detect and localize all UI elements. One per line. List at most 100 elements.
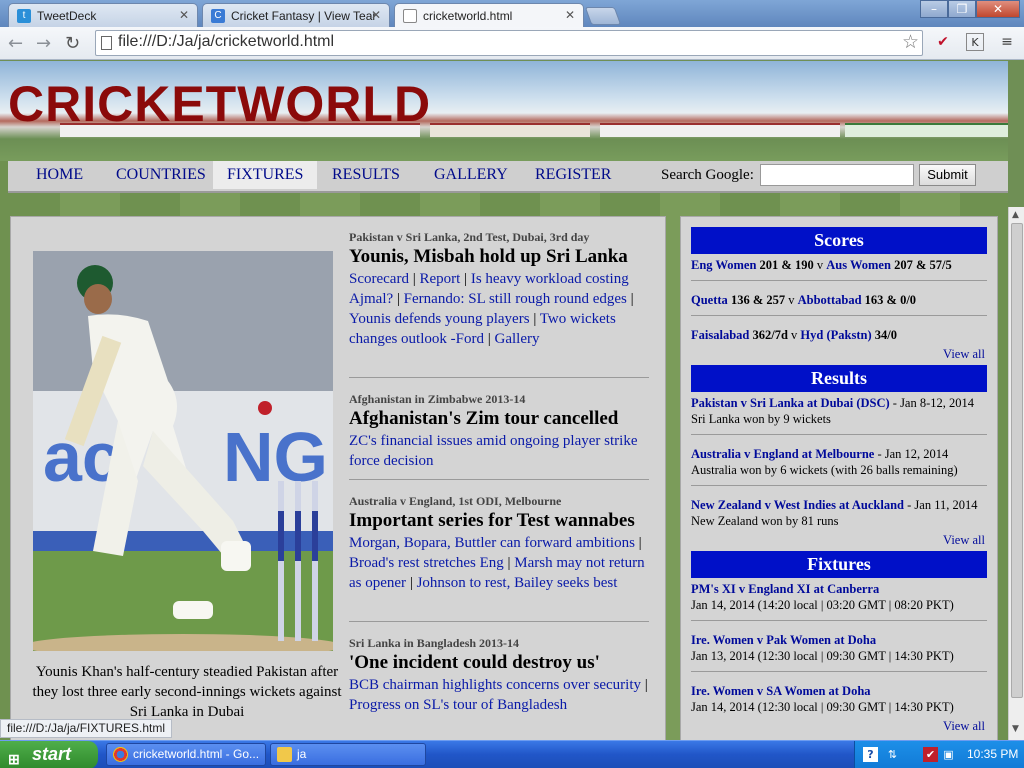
antivirus-icon[interactable]: ✔ — [923, 747, 938, 762]
fixture-item: Ire. Women v Pak Women at Doha Jan 13, 2… — [691, 632, 987, 664]
view-all-link[interactable]: View all — [943, 719, 985, 734]
story-link[interactable]: Johnson to rest, Bailey seeks best — [417, 575, 618, 591]
score-value: 207 & 57/5 — [894, 258, 952, 272]
story-links: Morgan, Bopara, Buttler can forward ambi… — [349, 535, 645, 591]
clock: 10:35 PM — [967, 747, 1019, 761]
story-divider — [349, 479, 649, 480]
windows-flag-icon: ⊞ — [8, 751, 20, 767]
page-scrollbar[interactable]: ▲ ▼ — [1008, 207, 1024, 740]
scroll-up-icon[interactable]: ▲ — [1012, 210, 1019, 220]
story-headline[interactable]: Afghanistan's Zim tour cancelled — [349, 407, 649, 431]
start-button[interactable]: ⊞ start — [0, 741, 98, 768]
menu-icon[interactable]: ≡ — [998, 33, 1016, 51]
nav-countries[interactable]: COUNTRIES — [116, 161, 206, 189]
network-icon[interactable]: ⇅ — [885, 747, 900, 762]
score-value: 136 & 257 — [730, 293, 786, 307]
divider — [691, 434, 987, 435]
address-bar[interactable]: file:///D:/Ja/ja/cricketworld.html ☆ — [95, 30, 923, 56]
maximize-button[interactable]: ❐ — [948, 0, 976, 18]
story-4: Sri Lanka in Bangladesh 2013-14 'One inc… — [349, 635, 649, 715]
site-logo[interactable]: CRICKETWORLD — [8, 75, 431, 133]
taskbar-item-folder[interactable]: ja — [270, 743, 426, 766]
tab-cricketworld[interactable]: cricketworld.html ✕ — [394, 3, 584, 27]
extension-k-icon[interactable]: K — [966, 33, 984, 51]
new-tab-button[interactable] — [584, 7, 622, 25]
story-link[interactable]: Report — [419, 271, 460, 287]
window-controls: – ❐ ✕ — [920, 0, 1020, 18]
nav-home[interactable]: HOME — [36, 161, 83, 189]
story-link[interactable]: BCB chairman highlights concerns over se… — [349, 677, 641, 693]
fixture-item: PM's XI v England XI at Canberra Jan 14,… — [691, 581, 987, 613]
story-divider — [349, 621, 649, 622]
nav-results[interactable]: RESULTS — [332, 161, 400, 189]
team-link[interactable]: Aus Women — [826, 258, 891, 272]
close-icon[interactable]: ✕ — [565, 8, 575, 22]
story-headline[interactable]: Important series for Test wannabes — [349, 509, 649, 533]
match-link[interactable]: Pakistan v Sri Lanka at Dubai (DSC) — [691, 396, 890, 410]
story-headline[interactable]: Younis, Misbah hold up Sri Lanka — [349, 245, 649, 269]
page-icon — [101, 36, 112, 50]
story-kicker: Australia v England, 1st ODI, Melbourne — [349, 494, 562, 508]
scroll-thumb[interactable] — [1011, 223, 1023, 698]
story-1: Pakistan v Sri Lanka, 2nd Test, Dubai, 3… — [349, 229, 649, 349]
match-link[interactable]: Ire. Women v Pak Women at Doha — [691, 633, 876, 647]
reload-icon[interactable]: ↻ — [65, 33, 80, 54]
story-link[interactable]: Progress on SL's tour of Bangladesh — [349, 697, 567, 713]
match-link[interactable]: New Zealand v West Indies at Auckland — [691, 498, 904, 512]
tab-title: cricketworld.html — [423, 8, 513, 23]
story-link[interactable]: Younis defends young players — [349, 311, 530, 327]
team-link[interactable]: Quetta — [691, 293, 728, 307]
story-link[interactable]: Gallery — [495, 331, 540, 347]
monitor-icon[interactable]: ▣ — [941, 747, 956, 762]
tab-tweetdeck[interactable]: t TweetDeck ✕ — [8, 3, 198, 27]
story-links: BCB chairman highlights concerns over se… — [349, 677, 648, 713]
search-label: Search Google: — [661, 167, 754, 183]
versus-text: v — [791, 328, 798, 342]
submit-button[interactable]: Submit — [919, 164, 976, 186]
tab-cricket-fantasy[interactable]: C Cricket Fantasy | View Team ✕ — [202, 3, 390, 27]
story-links: Scorecard | Report | Is heavy workload c… — [349, 271, 634, 347]
match-link[interactable]: PM's XI v England XI at Canberra — [691, 582, 879, 596]
team-link[interactable]: Faisalabad — [691, 328, 749, 342]
extension-icon[interactable]: ✔ — [934, 33, 952, 51]
story-link[interactable]: Morgan, Bopara, Buttler can forward ambi… — [349, 535, 635, 551]
view-all-link[interactable]: View all — [943, 533, 985, 548]
story-link[interactable]: Broad's rest stretches Eng — [349, 555, 504, 571]
story-kicker: Afghanistan in Zimbabwe 2013-14 — [349, 392, 526, 406]
nav-register[interactable]: REGISTER — [535, 161, 611, 189]
nav-fixtures[interactable]: FIXTURES — [213, 161, 318, 189]
score-item: Quetta 136 & 257 v Abbottabad 163 & 0/0 — [691, 292, 987, 308]
team-link[interactable]: Eng Women — [691, 258, 756, 272]
match-link[interactable]: Ire. Women v SA Women at Doha — [691, 684, 871, 698]
main-panel: ac NG Younis Khan's half-century steadie… — [10, 216, 666, 740]
search-input[interactable] — [760, 164, 914, 186]
help-icon[interactable]: ? — [863, 747, 878, 762]
match-link[interactable]: Australia v England at Melbourne — [691, 447, 874, 461]
close-window-button[interactable]: ✕ — [976, 0, 1020, 18]
score-item: Faisalabad 362/7d v Hyd (Pakstn) 34/0 — [691, 327, 987, 343]
bookmark-star-icon[interactable]: ☆ — [902, 31, 919, 54]
story-link[interactable]: Fernando: SL still rough round edges — [404, 291, 627, 307]
back-arrow-icon[interactable]: ← — [8, 33, 23, 54]
minimize-button[interactable]: – — [920, 0, 948, 18]
feature-photo[interactable]: ac NG — [33, 251, 333, 651]
story-2: Afghanistan in Zimbabwe 2013-14 Afghanis… — [349, 391, 649, 471]
photo-caption: Younis Khan's half-century steadied Paki… — [32, 664, 342, 720]
forward-arrow-icon[interactable]: → — [36, 33, 51, 54]
taskbar-item-chrome[interactable]: cricketworld.html - Go... — [106, 743, 266, 766]
story-headline[interactable]: 'One incident could destroy us' — [349, 651, 649, 675]
team-link[interactable]: Hyd (Pakstn) — [800, 328, 871, 342]
story-link[interactable]: ZC's financial issues amid ongoing playe… — [349, 433, 637, 469]
story-link[interactable]: Scorecard — [349, 271, 409, 287]
scroll-down-icon[interactable]: ▼ — [1012, 724, 1019, 734]
team-link[interactable]: Abbottabad — [798, 293, 862, 307]
nav-gallery[interactable]: GALLERY — [434, 161, 508, 189]
close-icon[interactable]: ✕ — [179, 8, 189, 22]
close-icon[interactable]: ✕ — [371, 8, 381, 22]
score-value: 362/7d — [752, 328, 788, 342]
result-item: Australia v England at Melbourne - Jan 1… — [691, 446, 987, 478]
view-all-link[interactable]: View all — [943, 347, 985, 362]
status-bar: file:///D:/Ja/ja/FIXTURES.html — [0, 719, 173, 738]
browser-titlebar: t TweetDeck ✕ C Cricket Fantasy | View T… — [0, 0, 1024, 27]
versus-text: v — [788, 293, 795, 307]
